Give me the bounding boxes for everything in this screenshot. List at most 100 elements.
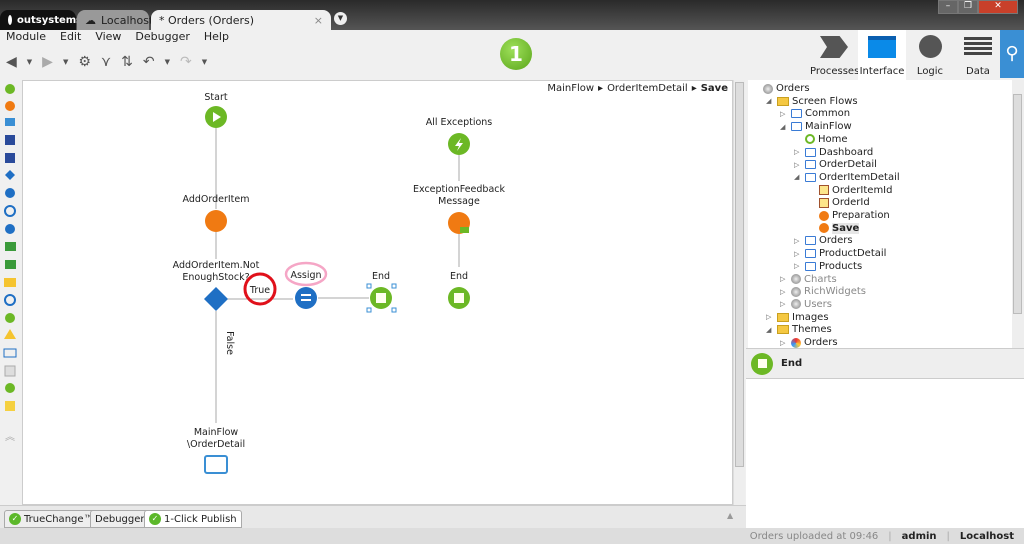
expanded-arrow-icon[interactable]: ◢ bbox=[766, 326, 774, 334]
email-tool-icon[interactable] bbox=[4, 278, 16, 287]
tree-item[interactable]: ◢ Themes bbox=[766, 324, 832, 335]
tab-outsystems[interactable]: outsystems bbox=[0, 10, 82, 30]
menu-module[interactable]: Module bbox=[6, 30, 46, 46]
tab-localhost[interactable]: ☁ Localhost bbox=[77, 10, 153, 30]
refresh-tool-icon[interactable] bbox=[4, 294, 16, 306]
restore-button[interactable]: ❐ bbox=[958, 0, 978, 14]
publish-step-badge[interactable]: 1 bbox=[500, 38, 532, 70]
undo-icon[interactable]: ↶ bbox=[143, 54, 155, 70]
menu-view[interactable]: View bbox=[95, 30, 121, 46]
expanded-arrow-icon[interactable]: ◢ bbox=[780, 123, 788, 131]
destination-node[interactable] bbox=[204, 455, 228, 474]
tab-truechange[interactable]: ✓ TrueChange™ bbox=[4, 510, 99, 528]
settings-gear-icon[interactable]: ⚙ bbox=[78, 54, 91, 70]
collapsed-arrow-icon[interactable]: ▷ bbox=[794, 161, 802, 169]
collapsed-arrow-icon[interactable]: ▷ bbox=[780, 300, 788, 308]
collapsed-arrow-icon[interactable]: ▷ bbox=[794, 148, 802, 156]
tree-item[interactable]: ▷ ProductDetail bbox=[794, 248, 886, 259]
assign-tool-icon[interactable] bbox=[5, 224, 15, 234]
switch-tool-icon[interactable] bbox=[5, 188, 15, 198]
tree-scrollbar[interactable] bbox=[1012, 80, 1024, 348]
if-tool-icon[interactable] bbox=[5, 170, 15, 180]
tree-item[interactable]: Home bbox=[794, 134, 848, 145]
tree-item[interactable]: Save bbox=[808, 222, 860, 234]
tree-item[interactable]: ▷ Orders bbox=[780, 337, 838, 348]
tree-item[interactable]: ◢ OrderItemDetail bbox=[794, 172, 900, 183]
back-dropdown-icon[interactable]: ▼ bbox=[27, 58, 32, 66]
end-tool-icon[interactable] bbox=[5, 383, 15, 393]
if-node[interactable] bbox=[204, 287, 228, 311]
back-icon[interactable]: ◀ bbox=[6, 54, 17, 70]
tree-item[interactable]: Preparation bbox=[808, 210, 890, 221]
entity-action-tool-icon[interactable] bbox=[5, 153, 15, 163]
forward-dropdown-icon[interactable]: ▼ bbox=[63, 58, 68, 66]
tree-item[interactable]: ▷ OrderDetail bbox=[794, 159, 877, 170]
collapsed-arrow-icon[interactable]: ▷ bbox=[780, 110, 788, 118]
start-tool-icon[interactable] bbox=[5, 84, 15, 94]
expanded-arrow-icon[interactable]: ◢ bbox=[766, 97, 774, 105]
tab-orders[interactable]: * Orders (Orders) × bbox=[151, 10, 331, 30]
merge-icon[interactable]: ⇅ bbox=[121, 54, 133, 70]
excel-to-record-tool-icon[interactable] bbox=[5, 242, 16, 251]
add-order-item-node[interactable] bbox=[205, 210, 227, 232]
exception-handler-tool-icon[interactable] bbox=[4, 329, 16, 339]
aggregate-tool-icon[interactable] bbox=[5, 118, 15, 126]
foreach-tool-icon[interactable] bbox=[4, 205, 16, 217]
collapsed-arrow-icon[interactable]: ▷ bbox=[780, 275, 788, 283]
collapsed-arrow-icon[interactable]: ▷ bbox=[794, 237, 802, 245]
collapsed-arrow-icon[interactable]: ▷ bbox=[766, 313, 774, 321]
tab-logic[interactable]: Logic bbox=[906, 30, 954, 78]
dependencies-icon[interactable]: ⋎ bbox=[101, 54, 111, 70]
download-tool-icon[interactable] bbox=[4, 365, 16, 377]
tree-item[interactable]: ▷ Products bbox=[794, 261, 862, 272]
scrollbar-thumb[interactable] bbox=[735, 82, 744, 467]
redo-icon[interactable]: ↷ bbox=[180, 54, 192, 70]
status-server[interactable]: Localhost bbox=[960, 531, 1014, 542]
tab-processes[interactable]: Processes bbox=[810, 30, 859, 78]
assign-node[interactable] bbox=[295, 287, 317, 309]
tree-item[interactable]: OrderItemId bbox=[808, 185, 892, 196]
flow-canvas[interactable]: MainFlow ▸ OrderItemDetail ▸ Save Start Ad… bbox=[22, 80, 733, 505]
tree-item[interactable]: ▷ Common bbox=[780, 108, 850, 119]
tree-item[interactable]: ▷ RichWidgets bbox=[780, 286, 866, 297]
expanded-arrow-icon[interactable]: ◢ bbox=[794, 173, 802, 181]
tree-item[interactable]: ▷ Users bbox=[780, 299, 832, 310]
close-tab-icon[interactable]: × bbox=[314, 14, 323, 27]
collapsed-arrow-icon[interactable]: ▷ bbox=[780, 288, 788, 296]
redo-dropdown-icon[interactable]: ▼ bbox=[202, 58, 207, 66]
tree-item[interactable]: ▷ Orders bbox=[794, 235, 853, 246]
menu-debugger[interactable]: Debugger bbox=[135, 30, 189, 46]
collapsed-arrow-icon[interactable]: ▷ bbox=[794, 250, 802, 258]
tab-debugger[interactable]: Debugger bbox=[90, 510, 150, 528]
action-tool-icon[interactable] bbox=[5, 101, 15, 111]
canvas-scrollbar[interactable] bbox=[733, 80, 745, 505]
tree-item[interactable]: ▷ Charts bbox=[780, 274, 837, 285]
tab-interface[interactable]: Interface bbox=[858, 30, 906, 80]
status-user[interactable]: admin bbox=[902, 531, 937, 542]
forward-icon[interactable]: ▶ bbox=[42, 54, 53, 70]
sql-tool-icon[interactable] bbox=[5, 135, 15, 145]
undo-dropdown-icon[interactable]: ▼ bbox=[165, 58, 170, 66]
expand-panel-icon[interactable]: ▲ bbox=[727, 511, 733, 520]
tree-item[interactable]: OrderId bbox=[808, 197, 870, 208]
collapsed-arrow-icon[interactable]: ▷ bbox=[794, 262, 802, 270]
collapse-icon[interactable]: ︽ bbox=[5, 432, 15, 443]
tree-item[interactable]: ▷ Images bbox=[766, 312, 829, 323]
close-window-button[interactable]: ✕ bbox=[978, 0, 1018, 14]
raise-exception-tool-icon[interactable] bbox=[5, 313, 15, 323]
tree-item[interactable]: Orders bbox=[752, 83, 810, 94]
collapsed-arrow-icon[interactable]: ▷ bbox=[780, 339, 788, 347]
tree-item[interactable]: ◢ Screen Flows bbox=[766, 96, 858, 107]
tab-1-click-publish[interactable]: ✓ 1-Click Publish bbox=[144, 510, 242, 528]
tab-dropdown-icon[interactable]: ▼ bbox=[334, 12, 347, 25]
destination-tool-icon[interactable] bbox=[3, 348, 17, 358]
menu-help[interactable]: Help bbox=[204, 30, 229, 46]
search-icon[interactable]: ⚲ bbox=[1000, 30, 1024, 78]
tree-item[interactable]: ◢ MainFlow bbox=[780, 121, 852, 132]
menu-edit[interactable]: Edit bbox=[60, 30, 81, 46]
minimize-button[interactable]: – bbox=[938, 0, 958, 14]
comment-tool-icon[interactable] bbox=[5, 401, 15, 411]
tab-data[interactable]: Data bbox=[954, 30, 1002, 78]
record-to-excel-tool-icon[interactable] bbox=[5, 260, 16, 269]
tree-item[interactable]: ▷ Dashboard bbox=[794, 147, 873, 158]
